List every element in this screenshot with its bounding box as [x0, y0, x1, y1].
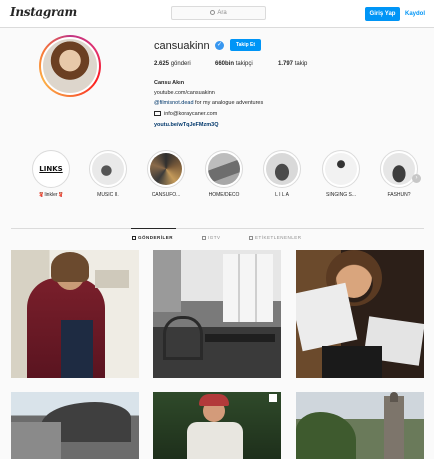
- posts-label: gönderi: [170, 61, 191, 67]
- highlight-label: CANSUFO...: [151, 192, 181, 198]
- post-thumbnail[interactable]: [11, 250, 139, 378]
- profile-username: cansuakinn: [154, 40, 210, 52]
- post-photo-window: [223, 254, 273, 322]
- igtv-icon: [202, 235, 206, 240]
- post-photo-tree: [296, 412, 356, 459]
- handbag-icon: [383, 153, 415, 185]
- links-icon: LINKS: [35, 153, 67, 185]
- bio-email: info@koraycaner.com: [164, 111, 218, 117]
- highlights-next-chevron-icon[interactable]: ›: [412, 174, 421, 183]
- highlight-label: L I L A: [275, 192, 289, 198]
- bio-line2-text: for my analogue adventures: [193, 100, 264, 106]
- highlight-label: FASHUN?: [387, 192, 411, 198]
- post-photo-spire: [390, 392, 398, 402]
- followers-label: takipçi: [235, 61, 253, 67]
- signup-link[interactable]: Kaydol: [405, 7, 425, 21]
- tab-tagged-label: ETİKETLENENLER: [255, 235, 302, 240]
- highlight-label: SINGING S...: [325, 192, 356, 198]
- post-thumbnail[interactable]: [153, 250, 281, 378]
- post-photo-shelf: [95, 270, 129, 288]
- post-thumbnail[interactable]: [11, 392, 139, 459]
- avatar-border: [41, 37, 99, 95]
- followers-stat[interactable]: 660bin takipçi: [215, 61, 253, 67]
- post-thumbnail[interactable]: [296, 250, 424, 378]
- highlight-singing[interactable]: SINGING S...: [316, 150, 366, 198]
- highlight-circle: [380, 150, 418, 188]
- post-photo-ground: [11, 422, 61, 459]
- instagram-logo[interactable]: Instagram: [10, 5, 77, 19]
- post-thumbnail[interactable]: [296, 392, 424, 459]
- highlight-label: MUSIC II.: [97, 192, 119, 198]
- mail-icon: [154, 111, 161, 117]
- tab-posts-label: GÖNDERİLER: [138, 235, 174, 240]
- search-input[interactable]: Ara: [171, 6, 266, 20]
- highlight-circle: [205, 150, 243, 188]
- tab-tagged[interactable]: ETİKETLENENLER: [249, 235, 302, 240]
- highlight-home-deco[interactable]: HOME/DECO: [199, 150, 249, 198]
- highlight-lila[interactable]: L I L A: [257, 150, 307, 198]
- post-thumbnail[interactable]: [153, 392, 281, 459]
- highlight-circle: LINKS: [32, 150, 70, 188]
- photo-collage-icon: [150, 153, 182, 185]
- following-label: takip: [294, 61, 308, 67]
- highlight-circle: [147, 150, 185, 188]
- verified-badge-icon: ✓: [215, 41, 224, 50]
- highlight-circle: [263, 150, 301, 188]
- following-count: 1.797: [278, 61, 294, 67]
- cat-icon: [266, 153, 298, 185]
- highlight-circle: [322, 150, 360, 188]
- profile-full-name: Cansu Akın: [154, 80, 185, 86]
- post-photo-shirt: [187, 422, 243, 459]
- post-photo-overalls: [61, 320, 93, 378]
- post-photo-headband: [199, 394, 229, 406]
- search-placeholder: Ara: [217, 10, 227, 16]
- grid-icon: [132, 235, 136, 240]
- post-photo-tower: [384, 396, 404, 459]
- highlight-cansufoto[interactable]: CANSUFO...: [141, 150, 191, 198]
- posts-stat: 2.625 gönderi: [154, 61, 191, 67]
- post-carousel-icon: [269, 394, 277, 402]
- tab-igtv[interactable]: IGTV: [202, 235, 221, 240]
- profile-avatar[interactable]: [39, 35, 101, 97]
- post-photo-shirt: [322, 346, 382, 378]
- bio-mention-link[interactable]: @filmisnot.dead: [154, 100, 194, 106]
- posts-count: 2.625: [154, 61, 170, 67]
- tab-igtv-label: IGTV: [208, 235, 221, 240]
- profile-website-link[interactable]: youtu.be/wTqJeFMzm3Q: [154, 121, 218, 129]
- tab-posts[interactable]: GÖNDERİLER: [132, 235, 173, 240]
- highlight-links[interactable]: LINKS 🧣linkler🧣: [26, 150, 76, 198]
- highlight-circle: [89, 150, 127, 188]
- active-tab-indicator: [131, 228, 176, 229]
- login-button[interactable]: Giriş Yap: [365, 7, 400, 21]
- top-navigation-bar: Instagram Ara Giriş Yap Kaydol: [0, 0, 434, 28]
- highlight-label: HOME/DECO: [208, 192, 240, 198]
- tagged-icon: [249, 235, 253, 240]
- tabs-divider: [11, 228, 424, 229]
- avatar-photo: [43, 39, 97, 93]
- following-stat[interactable]: 1.797 takip: [278, 61, 307, 67]
- highlight-music[interactable]: MUSIC II.: [83, 150, 133, 198]
- bio-analogue-line: @filmisnot.dead for my analogue adventur…: [154, 99, 263, 107]
- bio-youtube-line: youtube.com/cansuakinn: [154, 90, 215, 96]
- home-icon: [208, 153, 240, 185]
- post-photo-table: [205, 334, 275, 342]
- gramophone-icon: [92, 153, 124, 185]
- post-photo-hair: [51, 252, 89, 282]
- follow-button[interactable]: Takip Et: [230, 39, 261, 51]
- post-photo-door: [153, 250, 181, 312]
- followers-count: 660bin: [215, 61, 235, 67]
- bio-email-line: info@koraycaner.com: [154, 110, 217, 118]
- search-icon: [210, 9, 216, 15]
- post-photo-chair: [163, 316, 203, 360]
- highlight-label: 🧣linkler🧣: [38, 192, 64, 198]
- microphone-icon: [325, 153, 357, 185]
